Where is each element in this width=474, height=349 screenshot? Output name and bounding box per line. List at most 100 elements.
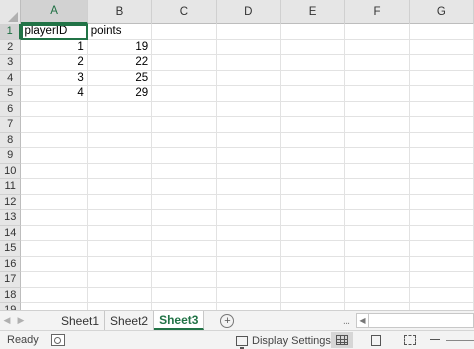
row-header[interactable]: 12 — [0, 194, 22, 210]
cell[interactable] — [280, 24, 346, 40]
row-header[interactable]: 4 — [0, 70, 22, 86]
cell-b2[interactable]: 19 — [87, 39, 153, 55]
tab-sheet1[interactable]: Sheet1 — [56, 311, 106, 330]
row-header[interactable]: 11 — [0, 179, 22, 195]
cell[interactable] — [409, 39, 474, 55]
cell[interactable] — [409, 101, 474, 117]
row-header[interactable]: 15 — [0, 241, 22, 257]
cell[interactable] — [280, 70, 346, 86]
cell[interactable] — [409, 179, 474, 195]
cell[interactable] — [152, 163, 217, 179]
row-header[interactable]: 19 — [0, 303, 22, 310]
cell[interactable] — [21, 241, 88, 257]
cell[interactable] — [87, 272, 153, 288]
cell[interactable] — [280, 39, 346, 55]
cell[interactable] — [280, 225, 346, 241]
cell[interactable] — [21, 117, 88, 133]
cell[interactable] — [345, 272, 410, 288]
cell[interactable] — [87, 132, 153, 148]
cell[interactable] — [152, 194, 217, 210]
cell[interactable] — [410, 303, 474, 310]
cell[interactable] — [88, 303, 153, 310]
cell[interactable] — [21, 194, 88, 210]
cell[interactable] — [409, 210, 474, 226]
cell[interactable] — [280, 272, 346, 288]
cell[interactable] — [152, 303, 217, 310]
cell[interactable] — [281, 303, 346, 310]
cell[interactable] — [216, 272, 281, 288]
cell[interactable] — [409, 272, 474, 288]
cell[interactable] — [280, 210, 346, 226]
cell[interactable] — [345, 241, 410, 257]
cell[interactable] — [216, 287, 281, 303]
cell[interactable] — [345, 163, 410, 179]
cell[interactable] — [152, 210, 217, 226]
cell[interactable] — [280, 55, 346, 71]
cell[interactable] — [87, 241, 153, 257]
cell[interactable] — [280, 163, 346, 179]
column-header-d[interactable]: D — [217, 0, 281, 24]
cell[interactable] — [216, 70, 281, 86]
cell[interactable] — [216, 179, 281, 195]
cell[interactable] — [345, 24, 410, 40]
column-header-g[interactable]: G — [410, 0, 474, 24]
cell[interactable] — [216, 256, 281, 272]
cell[interactable] — [216, 24, 281, 40]
row-header[interactable]: 10 — [0, 163, 22, 179]
cell[interactable] — [21, 287, 88, 303]
cell[interactable] — [345, 70, 410, 86]
cell[interactable] — [216, 148, 281, 164]
cell[interactable] — [216, 194, 281, 210]
cell[interactable] — [87, 179, 153, 195]
row-header[interactable]: 17 — [0, 272, 22, 288]
cell[interactable] — [345, 210, 410, 226]
cell[interactable] — [21, 210, 88, 226]
tab-sheet2[interactable]: Sheet2 — [105, 311, 155, 330]
cell[interactable] — [21, 303, 88, 310]
cell[interactable] — [409, 117, 474, 133]
cell[interactable] — [152, 86, 217, 102]
macro-recording-icon[interactable] — [50, 334, 65, 346]
cell[interactable] — [345, 256, 410, 272]
cell[interactable] — [280, 148, 346, 164]
page-break-preview-button[interactable] — [399, 332, 421, 348]
cell-a1[interactable]: playerID — [21, 24, 88, 40]
column-header-b[interactable]: B — [88, 0, 153, 24]
more-options-icon[interactable]: ... — [336, 315, 356, 327]
cell[interactable] — [152, 256, 217, 272]
select-all-corner[interactable] — [0, 0, 22, 24]
cell[interactable] — [21, 101, 88, 117]
cell[interactable] — [87, 287, 153, 303]
cell[interactable] — [152, 101, 217, 117]
cell[interactable] — [152, 39, 217, 55]
cell[interactable] — [216, 117, 281, 133]
cell[interactable] — [345, 148, 410, 164]
cell[interactable] — [345, 132, 410, 148]
cell[interactable] — [345, 287, 410, 303]
cell[interactable] — [345, 194, 410, 210]
cell[interactable] — [345, 86, 410, 102]
cell[interactable] — [280, 132, 346, 148]
cell[interactable] — [21, 163, 88, 179]
cell[interactable] — [409, 55, 474, 71]
cell[interactable] — [152, 70, 217, 86]
cell[interactable] — [21, 272, 88, 288]
row-header[interactable]: 2 — [0, 39, 22, 55]
cell[interactable] — [280, 101, 346, 117]
column-header-e[interactable]: E — [281, 0, 346, 24]
zoom-slider[interactable] — [446, 340, 474, 341]
column-header-a[interactable]: A — [21, 0, 88, 24]
cell[interactable] — [216, 39, 281, 55]
row-header[interactable]: 1 — [0, 24, 22, 40]
cell[interactable] — [152, 24, 217, 40]
cell[interactable] — [345, 179, 410, 195]
cell[interactable] — [409, 132, 474, 148]
cell[interactable] — [87, 163, 153, 179]
cell-a4[interactable]: 3 — [21, 70, 88, 86]
cell[interactable] — [216, 163, 281, 179]
add-sheet-icon[interactable]: + — [220, 313, 235, 328]
row-header[interactable]: 9 — [0, 148, 22, 164]
normal-view-button[interactable] — [331, 332, 353, 348]
cell[interactable] — [216, 241, 281, 257]
row-header[interactable]: 7 — [0, 117, 22, 133]
